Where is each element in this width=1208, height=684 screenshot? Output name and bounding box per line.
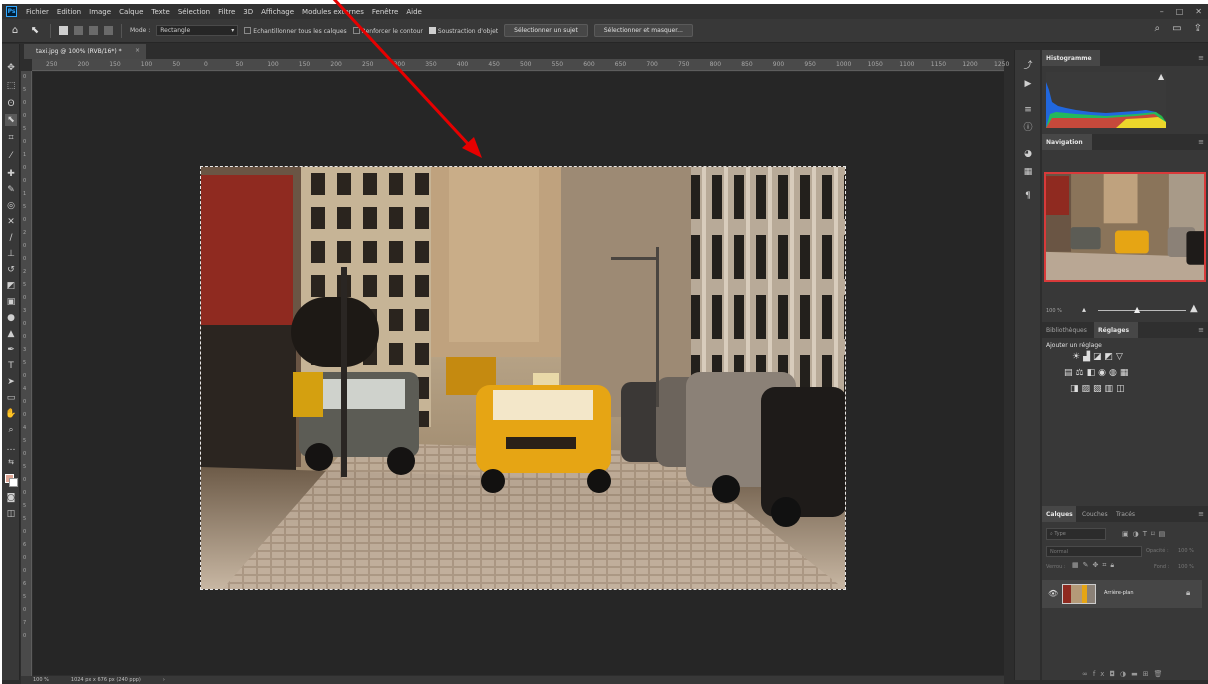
red-annotation-arrow	[332, 0, 472, 148]
annotation-overlay	[332, 0, 482, 158]
